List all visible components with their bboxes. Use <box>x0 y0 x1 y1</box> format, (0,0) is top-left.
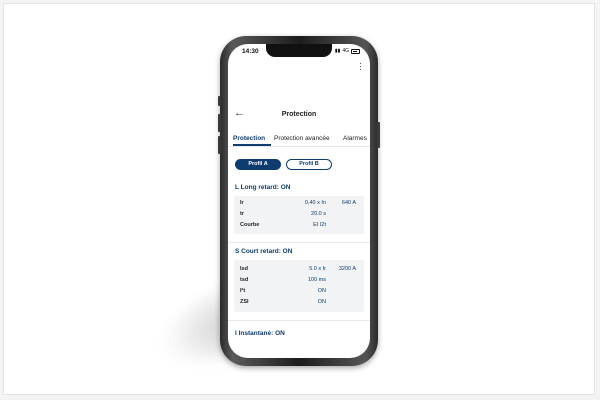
row-label: I²t <box>240 288 246 294</box>
row-value-secondary: 3200 A <box>338 266 356 272</box>
row-value[interactable]: ON <box>296 288 326 294</box>
phone-screen: 14:30 ▮▮ 4G · · · ← Protection Protection … <box>228 44 370 358</box>
row-value[interactable]: 100 ms <box>296 277 326 283</box>
row-value[interactable]: ON <box>296 299 326 305</box>
row-label: tsd <box>240 277 249 283</box>
row-value[interactable]: 0,40 x In <box>296 200 326 206</box>
row-value[interactable]: 20.0 s <box>296 211 326 217</box>
settings-card-court-retard: Isd 5.0 x Ir 3200 A tsd 100 ms I²t ON ZS… <box>234 260 364 312</box>
phone-button <box>377 122 380 148</box>
status-time: 14:30 <box>242 48 259 55</box>
table-row: ZSI ON <box>234 299 364 308</box>
phone-button <box>218 136 221 154</box>
row-label: ZSI <box>240 299 249 305</box>
network-label: 4G <box>342 48 349 54</box>
row-value[interactable]: 5.0 x Ir <box>296 266 326 272</box>
tab-bar: Protection Protection avancée Alarmes <box>228 132 370 147</box>
kebab-icon[interactable]: · · · <box>359 59 362 74</box>
signal-icon: ▮▮ <box>334 48 341 54</box>
active-tab-indicator <box>233 144 271 146</box>
profile-b-button[interactable]: Profil B <box>286 159 332 170</box>
table-row: Ir 0,40 x In 640 A <box>234 200 364 209</box>
app-bar: ← Protection <box>228 106 370 126</box>
phone-button <box>218 96 221 106</box>
table-row: Courbe EI I2t <box>234 222 364 231</box>
row-value[interactable]: EI I2t <box>296 222 326 228</box>
table-row: tr 20.0 s <box>234 211 364 220</box>
page-title: Protection <box>281 111 317 118</box>
phone-button <box>218 114 221 132</box>
table-row: Isd 5.0 x Ir 3200 A <box>234 266 364 275</box>
section-title-long-retard: L Long retard: ON <box>235 184 291 191</box>
status-indicators: ▮▮ 4G <box>335 48 360 54</box>
table-row: tsd 100 ms <box>234 277 364 286</box>
profile-a-button[interactable]: Profil A <box>235 159 281 170</box>
tab-alarmes[interactable]: Alarmes <box>343 135 367 142</box>
table-row: I²t ON <box>234 288 364 297</box>
section-title-court-retard: S Court retard: ON <box>235 248 293 255</box>
battery-icon <box>351 48 360 54</box>
section-title-instantane: I Instantané: ON <box>235 330 285 337</box>
row-label: Isd <box>240 266 248 272</box>
phone-notch <box>266 44 332 57</box>
tab-protection[interactable]: Protection <box>233 135 265 142</box>
row-label: Ir <box>240 200 244 206</box>
settings-card-long-retard: Ir 0,40 x In 640 A tr 20.0 s Courbe EI I… <box>234 196 364 234</box>
tab-protection-avancee[interactable]: Protection avancée <box>274 135 330 142</box>
divider <box>228 242 370 243</box>
phone-device: 14:30 ▮▮ 4G · · · ← Protection Protection … <box>218 36 380 366</box>
divider <box>228 320 370 321</box>
row-label: Courbe <box>240 222 260 228</box>
row-label: tr <box>240 211 244 217</box>
row-value-secondary: 640 A <box>341 200 356 206</box>
